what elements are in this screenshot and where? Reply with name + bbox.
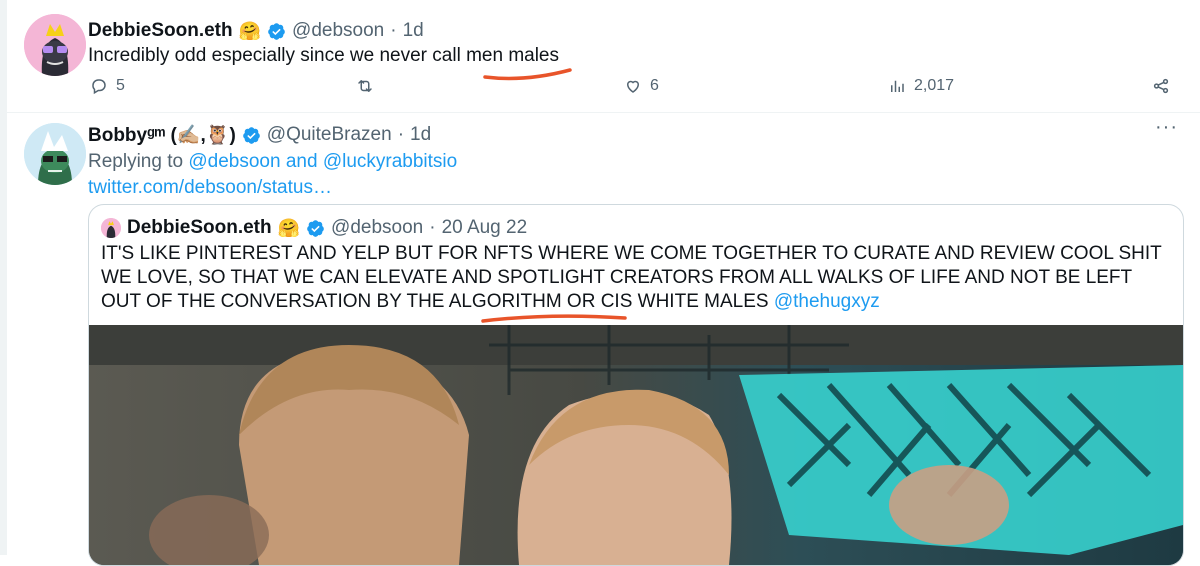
separator: · (390, 20, 397, 41)
display-name[interactable]: Bobbyᵍᵐ (✍🏼,🦉) (88, 123, 236, 147)
quoted-avatar (101, 218, 121, 238)
hugging-emoji: 🤗 (277, 217, 301, 238)
avatar-debbiesoon[interactable] (24, 14, 86, 76)
handle[interactable]: @debsoon (292, 20, 384, 42)
display-name[interactable]: DebbieSoon.eth (88, 20, 233, 42)
like-count: 6 (650, 77, 659, 94)
tweet-quitebrazen[interactable]: Bobbyᵍᵐ (✍🏼,🦉) @QuiteBrazen · 1d ··· Rep… (7, 113, 1200, 566)
views-icon (891, 80, 904, 92)
quoted-body: IT'S LIKE PINTEREST AND YELP BUT FOR NFT… (101, 243, 1162, 312)
views-button[interactable]: 2,017 (888, 77, 954, 95)
verified-badge-icon (242, 126, 260, 144)
quoted-date: 20 Aug 22 (441, 217, 528, 238)
replying-and: and (285, 151, 318, 172)
retweet-button[interactable] (356, 77, 374, 95)
more-options-icon[interactable]: ··· (1155, 117, 1178, 137)
reply-button[interactable]: 5 (90, 77, 125, 95)
status-link[interactable]: twitter.com/debsoon/status… (88, 177, 332, 199)
timestamp[interactable]: 1d (410, 124, 431, 146)
view-count: 2,017 (914, 77, 955, 94)
replying-to: Replying to @debsoon and @luckyrabbitsio (88, 151, 457, 173)
timestamp[interactable]: 1d (403, 20, 424, 42)
handle[interactable]: @QuiteBrazen (267, 124, 392, 146)
quoted-text: IT'S LIKE PINTEREST AND YELP BUT FOR NFT… (101, 242, 1171, 314)
quoted-tweet[interactable]: DebbieSoon.eth 🤗 @debsoon · 20 Aug 22 IT… (88, 204, 1184, 566)
quoted-handle: @debsoon (331, 217, 424, 238)
quoted-display-name: DebbieSoon.eth (127, 217, 272, 238)
share-button[interactable] (1152, 77, 1170, 95)
share-icon (1153, 78, 1169, 94)
verified-badge-icon (307, 219, 324, 237)
replying-prefix: Replying to (88, 151, 184, 172)
mention-thehugxyz[interactable]: @thehugxyz (774, 291, 880, 312)
tweet-debbiesoon[interactable]: DebbieSoon.eth 🤗 @debsoon · 1d Incredibl… (7, 0, 1200, 113)
separator: · (397, 124, 405, 145)
retweet-icon (358, 80, 372, 92)
mention-luckyrabbitsio[interactable]: @luckyrabbitsio (323, 151, 457, 172)
verified-badge-icon (268, 22, 285, 40)
mention-debsoon[interactable]: @debsoon (188, 151, 280, 172)
thread-line (0, 0, 7, 555)
quoted-photo[interactable] (89, 325, 1183, 565)
tweet-actions: 5 6 2,017 (88, 77, 1170, 99)
reply-count: 5 (116, 77, 125, 94)
avatar-quitebrazen[interactable] (24, 123, 86, 185)
hugging-emoji: 🤗 (238, 20, 262, 41)
like-icon (626, 80, 640, 93)
separator: · (429, 217, 436, 238)
like-button[interactable]: 6 (624, 77, 659, 95)
reply-icon (92, 79, 106, 95)
